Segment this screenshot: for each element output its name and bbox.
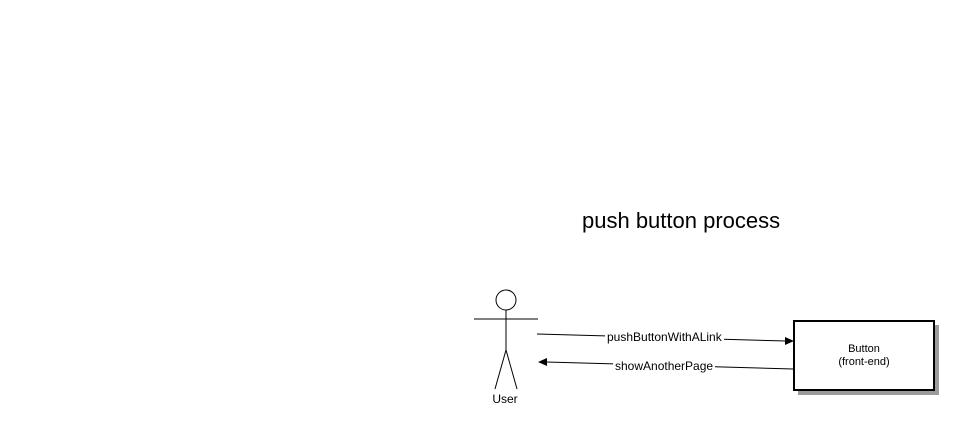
message-label-show: showAnotherPage <box>613 359 716 373</box>
diagram-canvas: push button process User pushButtonWithA… <box>0 0 954 426</box>
actor-label: User <box>492 392 518 406</box>
actor-right-leg <box>505 349 518 390</box>
component-subtitle: (front-end) <box>838 355 890 368</box>
diagram-title: push button process <box>582 208 781 233</box>
message-label-push: pushButtonWithALink <box>605 330 724 344</box>
component-name: Button <box>848 342 880 355</box>
user-actor-icon <box>474 289 538 390</box>
actor-head <box>495 289 517 311</box>
actor-left-leg <box>494 349 507 390</box>
component-box: Button (front-end) <box>793 320 935 391</box>
arrowhead-left-icon <box>538 358 547 366</box>
